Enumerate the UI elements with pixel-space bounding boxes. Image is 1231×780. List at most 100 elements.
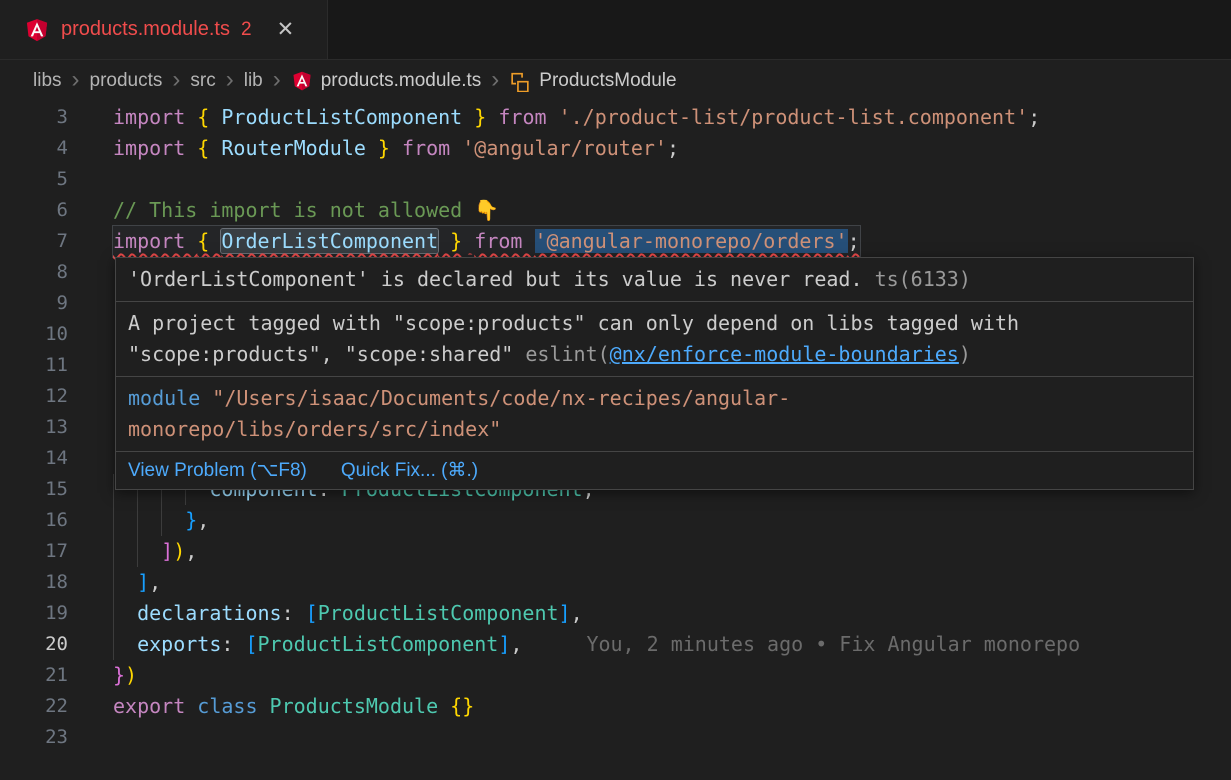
line-number[interactable]: 3 [0,102,68,133]
code-token: } [185,508,197,532]
code-line-7[interactable]: 7 import { OrderListComponent } from '@an… [0,226,1231,257]
breadcrumb-item-libs[interactable]: libs [33,70,62,92]
line-number[interactable]: 18 [0,567,68,598]
module-path: "/Users/isaac/Documents/code/nx-recipes/… [128,386,790,441]
hover-eslint-source-open: eslint( [525,342,609,366]
module-keyword: module [128,386,200,410]
code-line-17[interactable]: 17 ]), [0,536,1231,567]
code-token: ProductListComponent [221,105,462,129]
code-token: , [197,508,209,532]
code-token: './product-list/product-list.component' [559,105,1029,129]
code-token [137,536,161,567]
code-line-4[interactable]: 4 import { RouterModule } from '@angular/… [0,133,1231,164]
code-token: exports [137,632,221,656]
code-line-5[interactable]: 5 [0,164,1231,195]
code-token: import [113,105,197,129]
tab-bar: products.module.ts 2 ✕ [0,0,1231,60]
line-number[interactable]: 22 [0,691,68,722]
code-content: export class ProductsModule {} [113,691,474,722]
line-number[interactable]: 9 [0,288,68,319]
hover-eslint-source-close: ) [959,342,971,366]
eslint-rule-link[interactable]: @nx/enforce-module-boundaries [610,342,959,366]
class-symbol-icon [509,70,531,92]
line-number[interactable]: 6 [0,195,68,226]
code-token: ProductListComponent [258,632,499,656]
code-content: import { OrderListComponent } from '@ang… [113,226,860,257]
line-number[interactable]: 17 [0,536,68,567]
line-number[interactable]: 8 [0,257,68,288]
code-line-20[interactable]: 20 exports: [ProductListComponent],You, … [0,629,1231,660]
code-token: , [571,601,583,625]
code-token: 👇 [474,198,499,222]
quick-fix-link[interactable]: Quick Fix... (⌘.) [341,459,478,482]
code-content: }, [113,505,209,536]
code-token: ] [559,601,571,625]
code-token: { [197,136,221,160]
view-problem-link[interactable]: View Problem (⌥F8) [128,459,307,482]
breadcrumb-item-lib[interactable]: lib [244,70,263,92]
line-number[interactable]: 7 [0,226,68,257]
code-token: class [197,694,269,718]
code-line-22[interactable]: 22 export class ProductsModule {} [0,691,1231,722]
tab-close-icon[interactable]: ✕ [277,19,295,40]
code-token: [ [306,601,318,625]
line-number[interactable]: 12 [0,381,68,412]
line-number[interactable]: 20 [0,629,68,660]
code-content: declarations: [ProductListComponent], [113,598,583,629]
code-line-19[interactable]: 19 declarations: [ProductListComponent], [0,598,1231,629]
code-token: ] [498,632,510,656]
code-line-3[interactable]: 3 import { ProductListComponent } from '.… [0,102,1231,133]
code-token: ) [173,539,185,563]
line-number[interactable]: 4 [0,133,68,164]
line-number[interactable]: 15 [0,474,68,505]
code-content: exports: [ProductListComponent], [113,629,522,660]
line-number[interactable]: 19 [0,598,68,629]
code-content: ]), [113,536,197,567]
code-line-21[interactable]: 21}) [0,660,1231,691]
code-token: ProductListComponent [318,601,559,625]
code-token [161,505,185,536]
code-content: ], [113,567,161,598]
line-number[interactable]: 10 [0,319,68,350]
line-number[interactable]: 11 [0,350,68,381]
code-token: from [498,105,558,129]
line-number[interactable]: 13 [0,412,68,443]
module-code-block: module "/Users/isaac/Documents/code/nx-r… [128,383,818,445]
code-token: { [197,105,221,129]
hover-module-info: module "/Users/isaac/Documents/code/nx-r… [116,377,1193,452]
code-token: '@angular-monorepo/orders' [535,229,848,253]
line-number[interactable]: 5 [0,164,68,195]
breadcrumb-item-file[interactable]: products.module.ts [291,70,482,92]
line-number[interactable]: 21 [0,660,68,691]
code-token: {} [450,694,474,718]
code-token: RouterModule [221,136,366,160]
hover-ts-code: ts(6133) [875,267,971,291]
code-line-23[interactable]: 23 [0,722,1231,753]
code-token: from [402,136,462,160]
code-content: // This import is not allowed 👇 [113,195,499,226]
tab-products-module[interactable]: products.module.ts 2 ✕ [0,0,328,59]
code-token: ; [667,136,679,160]
code-token: , [185,539,197,563]
breadcrumb-item-symbol[interactable]: ProductsModule [509,70,676,92]
code-line-18[interactable]: 18 ], [0,567,1231,598]
code-token: ] [161,539,173,563]
line-number[interactable]: 23 [0,722,68,753]
tab-label: products.module.ts [61,18,230,41]
code-token: ) [125,663,137,687]
line-number[interactable]: 16 [0,505,68,536]
code-line-6[interactable]: 6 // This import is not allowed 👇 [0,195,1231,226]
tab-error-badge: 2 [241,19,252,41]
code-line-16[interactable]: 16 }, [0,505,1231,536]
breadcrumb-item-src[interactable]: src [190,70,215,92]
code-token: } [462,105,486,129]
code-token: , [149,570,161,594]
code-token [486,105,498,129]
chevron-right-icon: › [226,68,234,92]
breadcrumb-item-products[interactable]: products [90,70,163,92]
code-token: [ [245,632,257,656]
code-content: import { RouterModule } from '@angular/r… [113,133,679,164]
code-token [390,136,402,160]
breadcrumb: libs › products › src › lib › products.m… [0,60,1231,102]
line-number[interactable]: 14 [0,443,68,474]
